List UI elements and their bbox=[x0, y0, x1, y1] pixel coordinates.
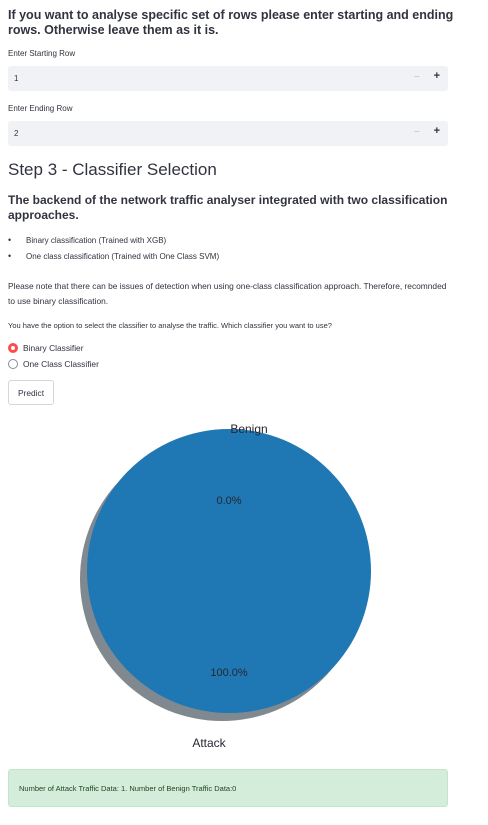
end-row-value[interactable]: 2 bbox=[14, 129, 18, 138]
start-row-label: Enter Starting Row bbox=[8, 49, 76, 58]
pie-chart: Benign 0.0% Attack 100.0% bbox=[80, 422, 371, 750]
radio-one-class-classifier[interactable]: One Class Classifier bbox=[8, 357, 99, 371]
classifier-list: Binary classification (Trained with XGB)… bbox=[8, 235, 219, 268]
result-alert: Number of Attack Traffic Data: 1. Number… bbox=[8, 769, 448, 807]
end-row-increment-button[interactable]: + bbox=[434, 125, 440, 137]
start-row-value[interactable]: 1 bbox=[14, 74, 18, 83]
pie-pct-attack: 100.0% bbox=[210, 667, 248, 679]
pie-label-benign: Benign bbox=[230, 422, 267, 436]
end-row-decrement-button[interactable]: − bbox=[414, 126, 420, 138]
start-row-increment-button[interactable]: + bbox=[434, 70, 440, 82]
radio-unselected-icon[interactable] bbox=[8, 359, 18, 369]
end-row-label: Enter Ending Row bbox=[8, 104, 73, 113]
predict-button[interactable]: Predict bbox=[8, 380, 54, 405]
start-row-decrement-button[interactable]: − bbox=[414, 71, 420, 83]
pie-label-attack: Attack bbox=[192, 736, 226, 750]
step3-note: Please note that there can be issues of … bbox=[8, 281, 447, 306]
radio-binary-classifier[interactable]: Binary Classifier bbox=[8, 341, 84, 355]
list-item: One class classification (Trained with O… bbox=[8, 251, 219, 268]
step3-title: Step 3 - Classifier Selection bbox=[8, 160, 217, 179]
radio-label: One Class Classifier bbox=[23, 359, 99, 369]
list-item: Binary classification (Trained with XGB) bbox=[8, 235, 219, 252]
end-row-stepper[interactable]: 2 − + bbox=[8, 121, 448, 146]
pie-pct-benign: 0.0% bbox=[216, 495, 241, 507]
radio-selected-icon[interactable] bbox=[8, 343, 18, 353]
classifier-question: You have the option to select the classi… bbox=[8, 321, 332, 330]
intro-text: If you want to analyse specific set of r… bbox=[8, 8, 454, 37]
step3-description: The backend of the network traffic analy… bbox=[8, 193, 448, 222]
result-text: Number of Attack Traffic Data: 1. Number… bbox=[19, 784, 237, 793]
start-row-stepper[interactable]: 1 − + bbox=[8, 66, 448, 91]
radio-label: Binary Classifier bbox=[23, 343, 84, 353]
